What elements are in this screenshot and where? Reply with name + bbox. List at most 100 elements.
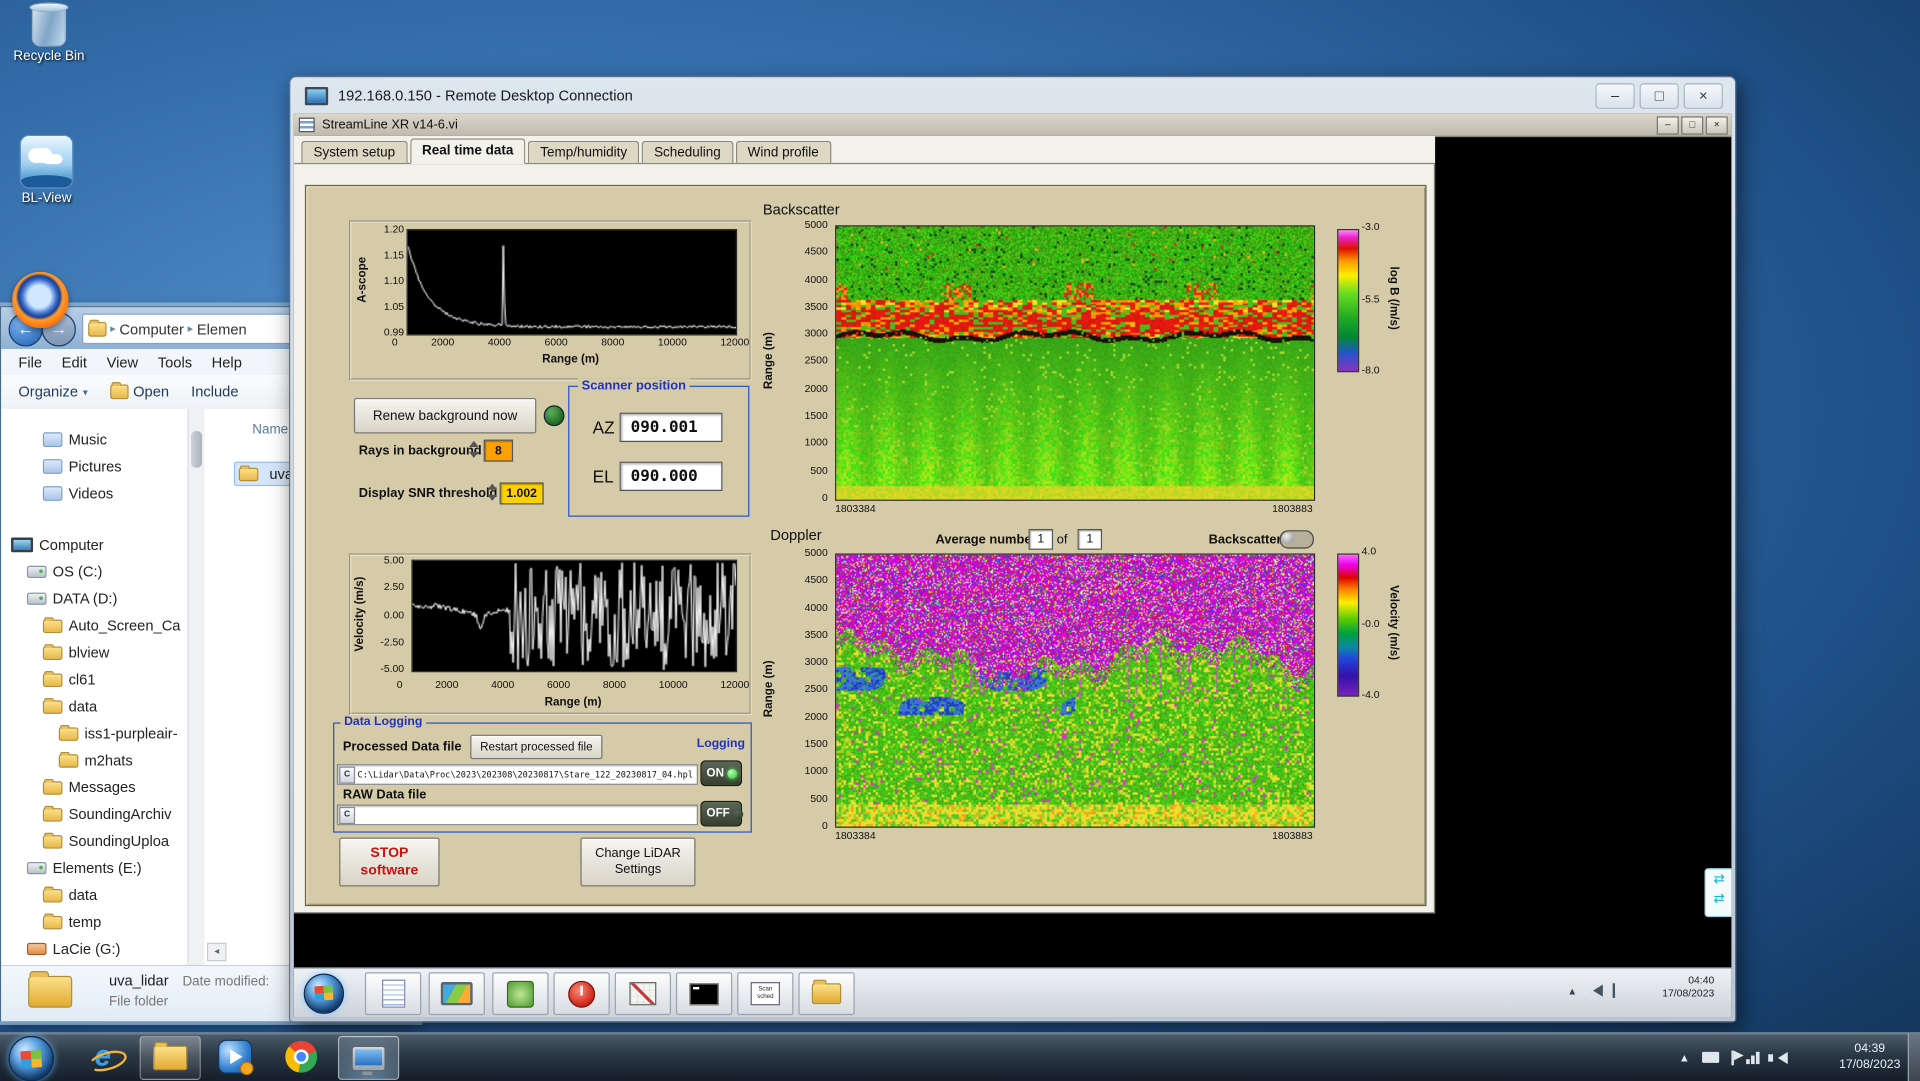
tab-temp-humidity[interactable]: Temp/humidity — [528, 140, 640, 163]
el-value-field[interactable]: 090.000 — [619, 461, 723, 492]
close-button[interactable]: × — [1683, 83, 1723, 109]
sidebar-item-music[interactable]: Music — [1, 426, 187, 453]
tray-keyboard-icon[interactable] — [1702, 1051, 1720, 1063]
menu-item[interactable]: File — [18, 353, 42, 370]
remote-start-button[interactable] — [303, 973, 345, 1014]
maximize-button[interactable]: □ — [1639, 83, 1679, 109]
bl-view-icon[interactable]: BL-View — [7, 134, 85, 206]
raw-logging-off-button[interactable]: OFF — [700, 800, 744, 827]
processed-logging-on-button[interactable]: ON — [700, 760, 743, 787]
rdp-titlebar[interactable]: 192.168.0.150 - Remote Desktop Connectio… — [290, 77, 1735, 114]
sidebar-item-os-c-[interactable]: OS (C:) — [1, 558, 187, 585]
include-button[interactable]: Include — [191, 383, 238, 400]
sidebar-item-cl61[interactable]: cl61 — [1, 666, 187, 693]
taskbar-media-player-button[interactable] — [206, 1036, 265, 1078]
organize-button[interactable]: Organize ▾ — [18, 383, 87, 400]
remote-taskbar-folder-button[interactable] — [798, 972, 855, 1016]
tab-wind-profile[interactable]: Wind profile — [735, 140, 832, 163]
hscroll-left-button[interactable]: ◂ — [206, 942, 227, 962]
folder-icon — [42, 778, 63, 795]
taskbar-chrome-button[interactable] — [272, 1036, 331, 1078]
sidebar-item-data[interactable]: data — [1, 693, 187, 720]
sidebar-item-auto-screen-ca[interactable]: Auto_Screen_Ca — [1, 612, 187, 639]
chevron-icon: ▸ — [187, 322, 194, 335]
az-value-field[interactable]: 090.001 — [619, 412, 723, 443]
recycle-bin-icon[interactable]: Recycle Bin — [10, 2, 88, 64]
remote-taskbar-scan-sched-button[interactable]: Scan sched — [737, 972, 794, 1016]
menu-item[interactable]: View — [107, 353, 139, 370]
y-tick: 4500 — [804, 573, 828, 586]
menu-item[interactable]: Edit — [62, 353, 87, 370]
date-modified-label: Date modified: — [182, 974, 270, 990]
restart-processed-file-button[interactable]: Restart processed file — [470, 734, 603, 760]
sidebar-item-videos[interactable]: Videos — [1, 480, 187, 507]
action-center-flag-icon[interactable] — [1731, 1050, 1744, 1065]
stop-software-button[interactable]: STOP software — [339, 837, 440, 887]
flyout-panel[interactable]: ⇄ ⇄ — [1704, 868, 1732, 918]
minimize-button[interactable]: – — [1595, 83, 1635, 109]
sidebar-item-messages[interactable]: Messages — [1, 774, 187, 801]
backscatter-toggle[interactable] — [1279, 530, 1314, 549]
sidebar-item-data[interactable]: data — [1, 882, 187, 909]
y-tick: 2000 — [804, 381, 828, 395]
rays-spinner[interactable] — [468, 440, 479, 460]
remote-clock[interactable]: 04:40 17/08/2023 — [1662, 973, 1714, 1000]
sidebar-item-data-d-[interactable]: DATA (D:) — [1, 585, 187, 612]
tray-expand-icon[interactable]: ▲ — [1567, 985, 1577, 996]
start-button[interactable] — [8, 1035, 54, 1081]
rays-value[interactable]: 8 — [483, 439, 514, 462]
volume-icon[interactable] — [1583, 984, 1603, 997]
taskbar-explorer-button[interactable] — [139, 1035, 201, 1080]
sidebar-item-elements-e-[interactable]: Elements (E:) — [1, 855, 187, 882]
sidebar-item-m2hats[interactable]: m2hats — [1, 747, 187, 774]
renew-background-button[interactable]: Renew background now — [353, 397, 537, 434]
snr-value[interactable]: 1.002 — [499, 482, 544, 505]
sidebar-item-pictures[interactable]: Pictures — [1, 453, 187, 480]
sidebar-scrollbar[interactable] — [187, 408, 205, 965]
x-tick: 10000 — [658, 678, 688, 691]
remote-taskbar-notepad-button[interactable] — [364, 972, 422, 1016]
minimize-button[interactable]: – — [1656, 116, 1679, 135]
network-icon[interactable] — [1746, 1051, 1760, 1064]
remote-taskbar-power-button[interactable] — [553, 972, 610, 1016]
remote-taskbar-cmd-button[interactable] — [675, 972, 733, 1016]
sidebar-item-soundingarchiv[interactable]: SoundingArchiv — [1, 801, 187, 828]
tab-real-time-data[interactable]: Real time data — [409, 138, 526, 165]
tab-system-setup[interactable]: System setup — [301, 140, 408, 163]
sidebar-item-iss1-purpleair-[interactable]: iss1-purpleair- — [1, 720, 187, 747]
show-desktop-button[interactable] — [1907, 1033, 1920, 1081]
taskbar-rdp-button[interactable] — [337, 1035, 400, 1080]
open-button[interactable]: Open — [109, 382, 169, 400]
remote-taskbar-map-button[interactable] — [492, 972, 549, 1016]
average-total-value[interactable]: 1 — [1077, 528, 1103, 550]
sidebar-item-lacie-g-[interactable]: LaCie (G:) — [1, 936, 187, 963]
change-lidar-settings-button[interactable]: Change LiDAR Settings — [580, 837, 696, 887]
sidebar-item-soundinguploa[interactable]: SoundingUploa — [1, 828, 187, 855]
tray-expand-icon[interactable]: ▲ — [1679, 1051, 1690, 1063]
volume-icon[interactable] — [1768, 1051, 1788, 1064]
firefox-icon[interactable] — [12, 271, 69, 329]
y-tick: 2500 — [804, 354, 828, 367]
sidebar-item-temp[interactable]: temp — [1, 909, 187, 936]
menu-item[interactable]: Tools — [158, 353, 192, 370]
close-button[interactable]: × — [1705, 116, 1728, 135]
remote-taskbar-xr-button[interactable] — [614, 972, 672, 1016]
taskbar-clock[interactable]: 04:39 17/08/2023 — [1839, 1041, 1900, 1073]
breadcrumb-current[interactable]: Elemen — [197, 320, 247, 337]
taskbar-ie-button[interactable]: e — [73, 1036, 132, 1078]
streamline-titlebar[interactable]: StreamLine XR v14-6.vi – □ × — [293, 113, 1732, 138]
snr-spinner[interactable] — [486, 482, 498, 502]
scrollbar-thumb[interactable] — [191, 431, 203, 468]
average-number-value[interactable]: 1 — [1028, 528, 1054, 550]
tab-scheduling[interactable]: Scheduling — [641, 140, 733, 163]
processed-path-field[interactable]: C C:\Lidar\Data\Proc\2023\202308\2023081… — [336, 764, 698, 785]
breadcrumb-root[interactable]: Computer — [119, 320, 184, 337]
action-center-flag-icon[interactable] — [1612, 983, 1625, 998]
menu-item[interactable]: Help — [212, 353, 242, 370]
column-header-name[interactable]: Name — [252, 422, 288, 437]
sidebar-item-blview[interactable]: blview — [1, 639, 187, 666]
remote-taskbar-display-button[interactable] — [428, 972, 485, 1016]
sidebar-item-computer[interactable]: Computer — [1, 531, 187, 558]
restore-button[interactable]: □ — [1681, 116, 1704, 135]
raw-path-field[interactable]: C — [336, 804, 698, 826]
